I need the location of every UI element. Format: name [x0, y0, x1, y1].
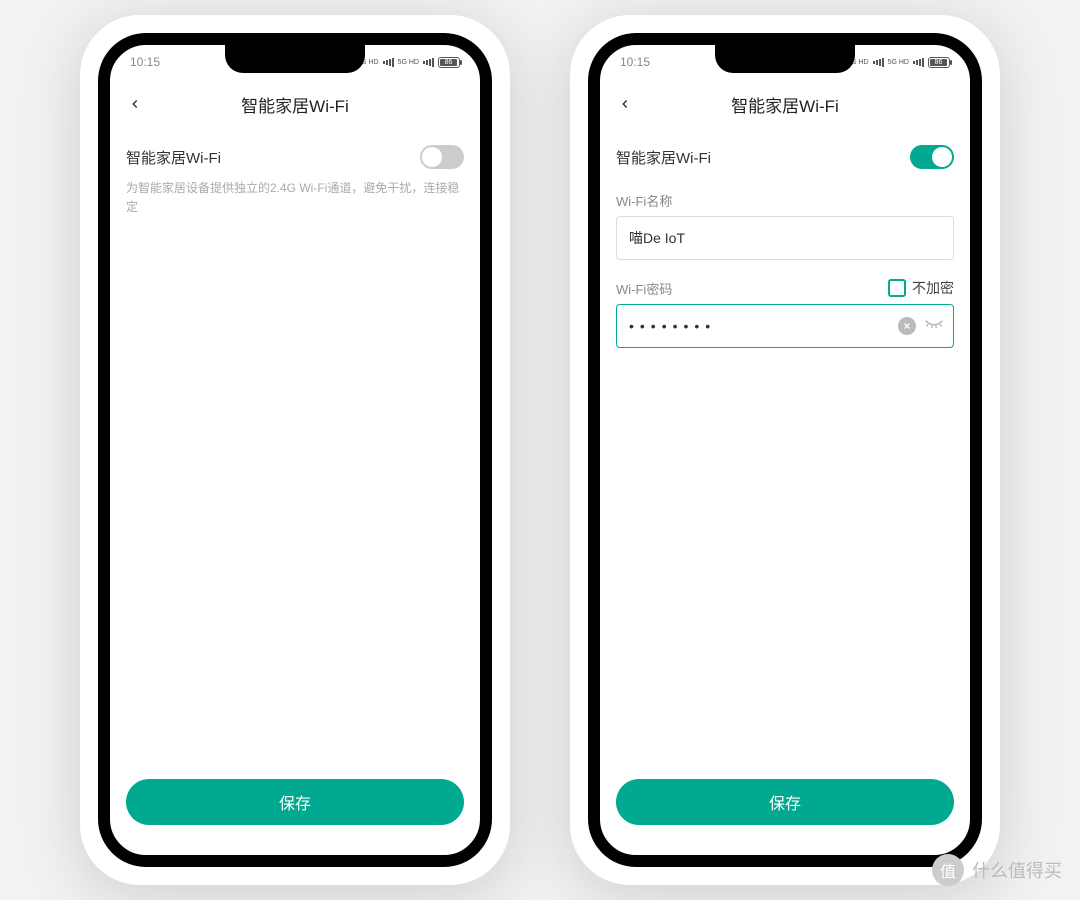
- back-button[interactable]: [614, 93, 636, 115]
- wifi-password-group: Wi-Fi密码 不加密: [616, 278, 954, 348]
- signal-icon-2: [913, 58, 924, 67]
- clear-icon[interactable]: [898, 317, 916, 335]
- notch: [225, 45, 365, 73]
- nav-header: 智能家居Wi-Fi: [600, 79, 970, 129]
- smart-wifi-toggle[interactable]: [420, 145, 464, 169]
- content-area: 智能家居Wi-Fi Wi-Fi名称 Wi-Fi密码 不加密: [600, 129, 970, 779]
- page-title: 智能家居Wi-Fi: [241, 92, 349, 117]
- signal-icon-1: [873, 58, 884, 67]
- no-encrypt-label: 不加密: [912, 278, 954, 298]
- watermark: 值 什么值得买: [932, 854, 1062, 886]
- page-title: 智能家居Wi-Fi: [731, 92, 839, 117]
- smart-wifi-toggle-label: 智能家居Wi-Fi: [616, 147, 711, 168]
- battery-icon: 86: [928, 57, 950, 68]
- signal-icon-1: [383, 58, 394, 67]
- network-label-2: 5G HD: [888, 59, 909, 66]
- content-area: 智能家居Wi-Fi 为智能家居设备提供独立的2.4G Wi-Fi通道，避免干扰，…: [110, 129, 480, 779]
- battery-icon: 86: [438, 57, 460, 68]
- smart-wifi-description: 为智能家居设备提供独立的2.4G Wi-Fi通道，避免干扰，连接稳定: [126, 179, 464, 217]
- signal-icon-2: [423, 58, 434, 67]
- phone-left: 10:15 ⏰ ● 5G HD 5G HD 86 智能家居Wi-Fi 智能家居W…: [80, 15, 510, 885]
- watermark-text: 什么值得买: [972, 857, 1062, 883]
- phone-right: 10:15 ⏰ ● 5G HD 5G HD 86 智能家居Wi-Fi 智能家居W…: [570, 15, 1000, 885]
- wifi-name-group: Wi-Fi名称: [616, 191, 954, 260]
- status-time: 10:15: [130, 55, 160, 69]
- network-label-2: 5G HD: [398, 59, 419, 66]
- wifi-password-label: Wi-Fi密码: [616, 279, 672, 298]
- wifi-name-label: Wi-Fi名称: [616, 191, 672, 210]
- save-button[interactable]: 保存: [126, 779, 464, 825]
- wifi-name-input[interactable]: [616, 216, 954, 260]
- back-button[interactable]: [124, 93, 146, 115]
- eye-closed-icon[interactable]: [924, 317, 944, 336]
- checkbox-icon: [888, 279, 906, 297]
- nav-header: 智能家居Wi-Fi: [110, 79, 480, 129]
- notch: [715, 45, 855, 73]
- smart-wifi-toggle[interactable]: [910, 145, 954, 169]
- smart-wifi-toggle-label: 智能家居Wi-Fi: [126, 147, 221, 168]
- no-encrypt-checkbox[interactable]: 不加密: [888, 278, 954, 298]
- save-button[interactable]: 保存: [616, 779, 954, 825]
- status-time: 10:15: [620, 55, 650, 69]
- watermark-badge-icon: 值: [932, 854, 964, 886]
